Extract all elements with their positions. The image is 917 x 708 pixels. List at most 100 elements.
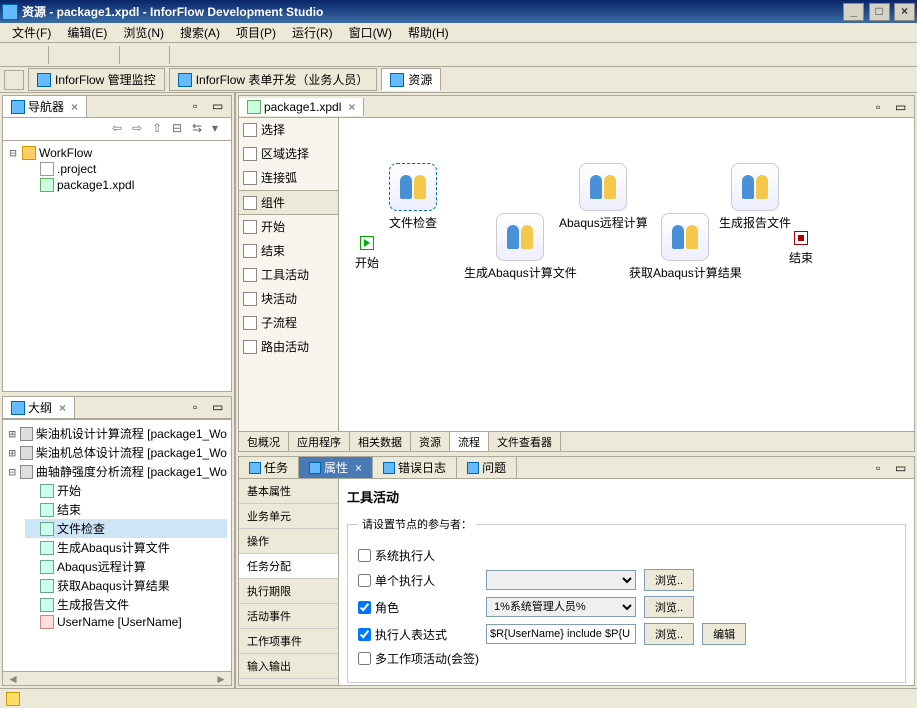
property-category[interactable]: 工作项事件 bbox=[239, 629, 338, 654]
single-executor-select[interactable] bbox=[486, 570, 636, 590]
up-icon[interactable]: ⇧ bbox=[152, 121, 168, 137]
property-category[interactable]: 业务单元 bbox=[239, 504, 338, 529]
editor-bottom-tab[interactable]: 文件查看器 bbox=[489, 432, 561, 451]
single-executor-checkbox[interactable] bbox=[358, 574, 371, 587]
palette-item[interactable]: 块活动 bbox=[239, 287, 338, 311]
menu-item[interactable]: 运行(R) bbox=[284, 22, 341, 43]
run-button[interactable] bbox=[75, 46, 93, 64]
property-category[interactable]: 执行期限 bbox=[239, 579, 338, 604]
outline-child[interactable]: 获取Abaqus计算结果 bbox=[25, 576, 227, 595]
close-icon[interactable]: × bbox=[348, 100, 355, 114]
editor-tab[interactable]: package1.xpdl × bbox=[239, 98, 364, 116]
view-tab[interactable]: 任务 bbox=[239, 457, 299, 478]
palette-item[interactable]: 路由活动 bbox=[239, 335, 338, 359]
outline-child[interactable]: 生成Abaqus计算文件 bbox=[25, 538, 227, 557]
perspective-button[interactable]: InforFlow 表单开发（业务人员） bbox=[169, 68, 378, 91]
close-icon[interactable]: × bbox=[355, 461, 362, 475]
palette-item[interactable]: 连接弧 bbox=[239, 166, 338, 190]
menu-item[interactable]: 窗口(W) bbox=[341, 22, 400, 43]
role-checkbox[interactable] bbox=[358, 601, 371, 614]
edit-button[interactable]: 编辑 bbox=[702, 623, 746, 645]
menu-item[interactable]: 项目(P) bbox=[228, 22, 284, 43]
minimize-panel-icon[interactable]: ▫ bbox=[192, 98, 208, 114]
browse-button[interactable]: 浏览.. bbox=[644, 569, 694, 591]
outline-child[interactable]: UserName [UserName] bbox=[25, 614, 227, 630]
outline-node[interactable]: ⊟曲轴静强度分析流程 [package1_Wo bbox=[7, 462, 227, 481]
close-icon[interactable]: × bbox=[59, 401, 66, 415]
menu-item[interactable]: 搜索(A) bbox=[172, 22, 228, 43]
menu-item[interactable]: 编辑(E) bbox=[59, 22, 115, 43]
outline-tab[interactable]: 大纲 × bbox=[3, 397, 75, 418]
new-button[interactable] bbox=[4, 46, 22, 64]
multi-workitem-label[interactable]: 多工作项活动(会签) bbox=[358, 650, 479, 667]
deploy-button[interactable] bbox=[125, 46, 143, 64]
outline-child[interactable]: 文件检查 bbox=[25, 519, 227, 538]
tree-node[interactable]: .project bbox=[25, 161, 227, 177]
menu-icon[interactable]: ▾ bbox=[212, 121, 228, 137]
editor-bottom-tab[interactable]: 相关数据 bbox=[350, 432, 411, 451]
menu-item[interactable]: 浏览(N) bbox=[115, 22, 172, 43]
palette-item[interactable]: 结束 bbox=[239, 239, 338, 263]
view-tab[interactable]: 属性× bbox=[299, 457, 373, 478]
workflow-canvas[interactable]: 文件检查生成Abaqus计算文件Abaqus远程计算获取Abaqus计算结果生成… bbox=[339, 118, 914, 431]
expand-icon[interactable]: ⊟ bbox=[7, 146, 19, 160]
multi-workitem-checkbox[interactable] bbox=[358, 652, 371, 665]
open-perspective-button[interactable] bbox=[4, 70, 24, 90]
property-category[interactable]: 基本属性 bbox=[239, 479, 338, 504]
collapse-icon[interactable]: ⊟ bbox=[172, 121, 188, 137]
browse-button[interactable]: 浏览.. bbox=[644, 623, 694, 645]
palette-item[interactable]: 子流程 bbox=[239, 311, 338, 335]
maximize-button[interactable]: □ bbox=[869, 3, 890, 21]
browse-button[interactable]: 浏览.. bbox=[644, 596, 694, 618]
close-icon[interactable]: × bbox=[71, 100, 78, 114]
editor-bottom-tab[interactable]: 包概况 bbox=[239, 432, 289, 451]
debug-button[interactable] bbox=[54, 46, 72, 64]
view-tab[interactable]: 错误日志 bbox=[373, 457, 457, 478]
scrollbar[interactable] bbox=[3, 671, 231, 685]
back-icon[interactable]: ⇦ bbox=[112, 121, 128, 137]
back-button[interactable] bbox=[175, 46, 193, 64]
maximize-editor-icon[interactable]: ▭ bbox=[894, 99, 910, 115]
sys-executor-label[interactable]: 系统执行人 bbox=[358, 547, 478, 564]
expand-icon[interactable]: ⊟ bbox=[7, 465, 17, 479]
outline-child[interactable]: Abaqus远程计算 bbox=[25, 557, 227, 576]
palette-item[interactable]: 工具活动 bbox=[239, 263, 338, 287]
palette-item[interactable]: 选择 bbox=[239, 118, 338, 142]
maximize-view-icon[interactable]: ▭ bbox=[894, 460, 910, 476]
property-category[interactable]: 活动事件 bbox=[239, 604, 338, 629]
palette-item[interactable]: 开始 bbox=[239, 215, 338, 239]
role-label[interactable]: 角色 bbox=[358, 599, 478, 616]
minimize-view-icon[interactable]: ▫ bbox=[875, 460, 891, 476]
outline-node[interactable]: ⊞柴油机总体设计流程 [package1_Wo bbox=[7, 443, 227, 462]
property-category[interactable]: 操作 bbox=[239, 529, 338, 554]
perspective-button[interactable]: InforFlow 管理监控 bbox=[28, 68, 165, 91]
palette-item[interactable]: 区域选择 bbox=[239, 142, 338, 166]
outline-node[interactable]: ⊞柴油机设计计算流程 [package1_Wo bbox=[7, 424, 227, 443]
expression-input[interactable] bbox=[486, 624, 636, 644]
start-node[interactable]: 开始 bbox=[355, 236, 379, 271]
outline-child[interactable]: 开始 bbox=[25, 481, 227, 500]
role-select[interactable]: 1%系统管理人员% bbox=[486, 597, 636, 617]
workflow-node[interactable]: 文件检查 bbox=[389, 163, 437, 231]
minimize-panel-icon[interactable]: ▫ bbox=[192, 399, 208, 415]
expression-checkbox[interactable] bbox=[358, 628, 371, 641]
editor-bottom-tab[interactable]: 流程 bbox=[450, 432, 489, 451]
view-tab[interactable]: 问题 bbox=[457, 457, 517, 478]
property-category[interactable]: 输入输出 bbox=[239, 654, 338, 679]
editor-bottom-tab[interactable]: 资源 bbox=[411, 432, 450, 451]
menu-item[interactable]: 文件(F) bbox=[4, 22, 59, 43]
search-button[interactable] bbox=[146, 46, 164, 64]
expand-icon[interactable]: ⊞ bbox=[7, 446, 17, 460]
tree-root[interactable]: ⊟ WorkFlow bbox=[7, 145, 227, 161]
minimize-editor-icon[interactable]: ▫ bbox=[875, 99, 891, 115]
navigator-tab[interactable]: 导航器 × bbox=[3, 96, 87, 117]
single-executor-label[interactable]: 单个执行人 bbox=[358, 572, 478, 589]
perspective-button[interactable]: 资源 bbox=[381, 68, 441, 91]
expand-icon[interactable]: ⊞ bbox=[7, 427, 17, 441]
launch-button[interactable] bbox=[96, 46, 114, 64]
property-category[interactable]: 扩展属性 bbox=[239, 679, 338, 685]
end-node[interactable]: 结束 bbox=[789, 231, 813, 266]
sys-executor-checkbox[interactable] bbox=[358, 549, 371, 562]
outline-child[interactable]: 生成报告文件 bbox=[25, 595, 227, 614]
palette-item[interactable]: 组件 bbox=[239, 190, 338, 215]
